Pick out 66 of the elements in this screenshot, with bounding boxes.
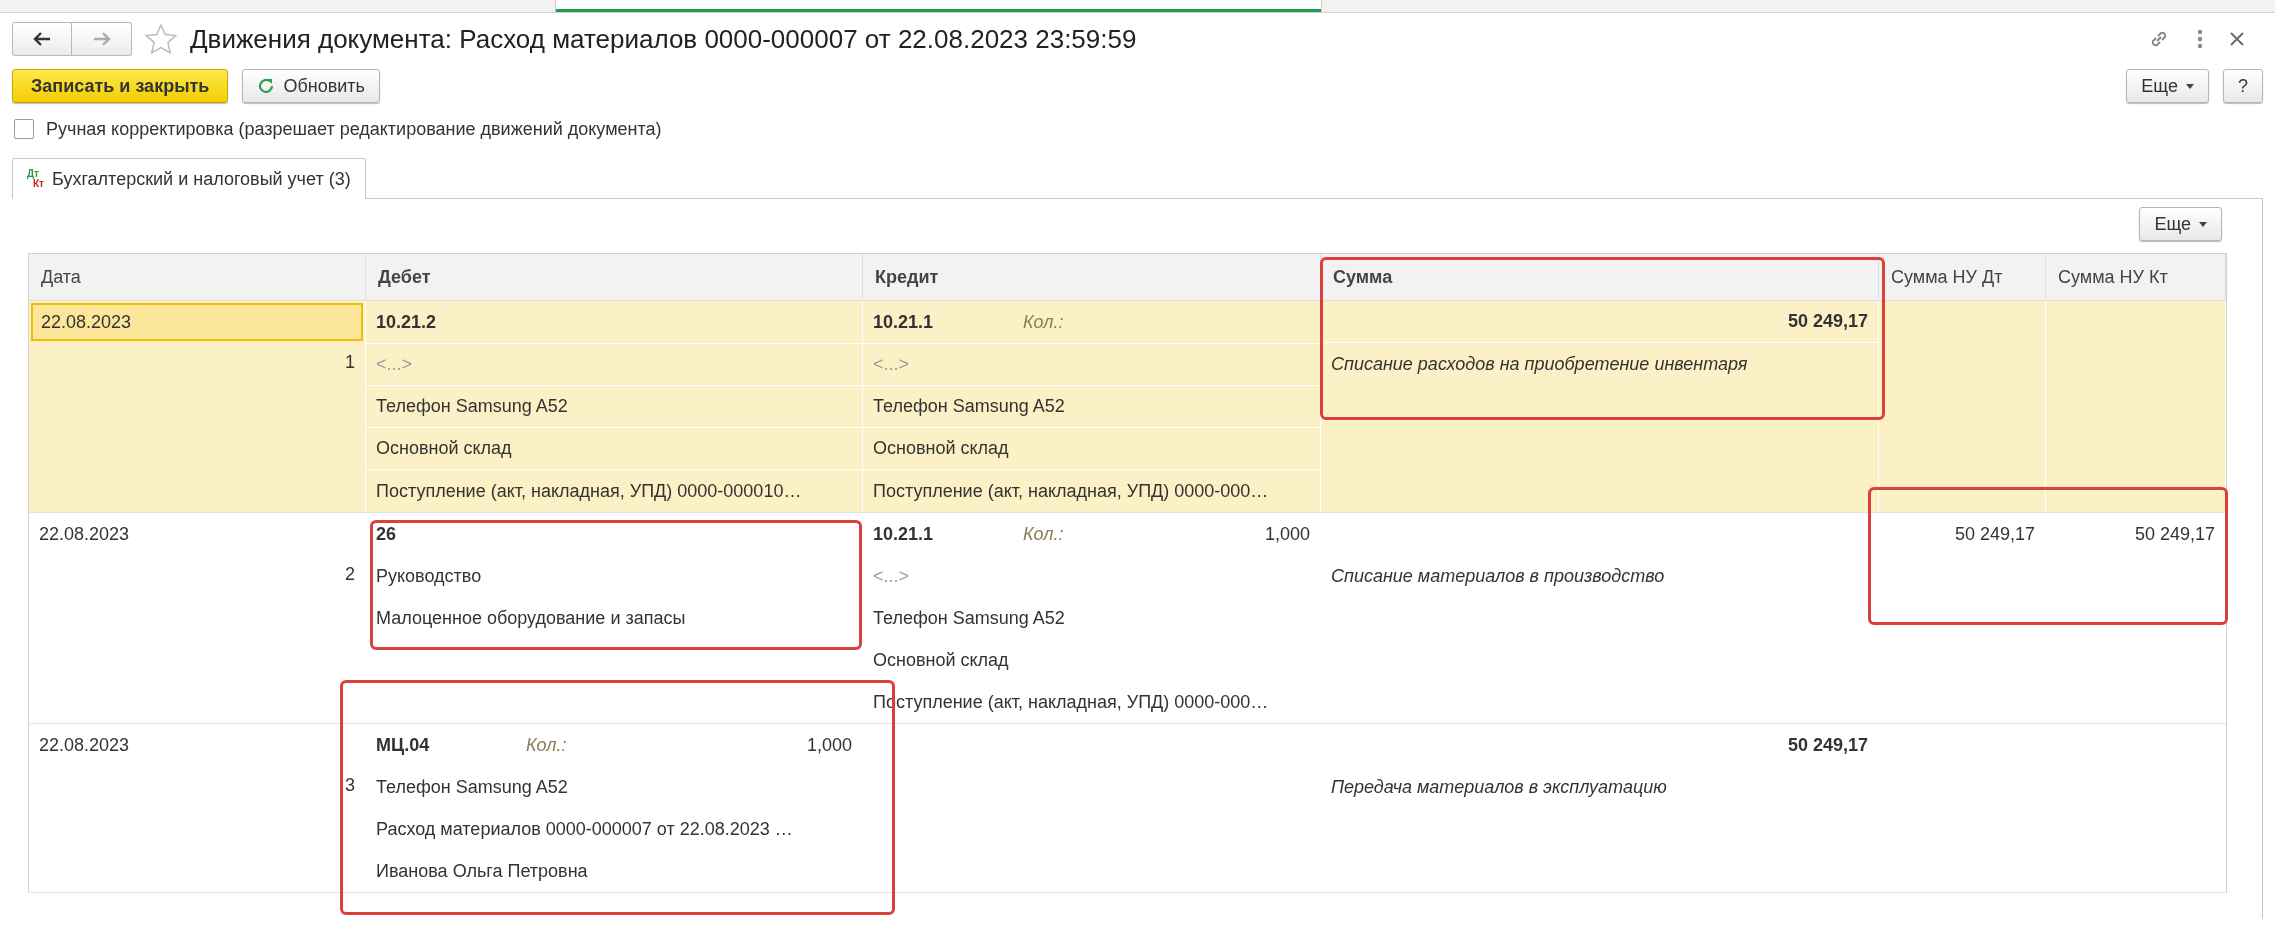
row-number: 1 — [344, 350, 356, 374]
subconto-text: Телефон Samsung A52 — [872, 606, 1066, 630]
star-icon[interactable] — [144, 23, 178, 55]
date-cell-text: 22.08.2023 — [38, 522, 131, 546]
subconto-text: Малоценное оборудование и запасы — [375, 606, 687, 630]
entry-description: Списание расходов на приобретение инвентаря — [1331, 353, 1748, 375]
subconto-text: Телефон Samsung A52 — [375, 775, 569, 799]
left-arrow-icon — [33, 32, 51, 46]
browser-tab[interactable] — [556, 0, 1321, 12]
date-cell-text: 22.08.2023 — [38, 733, 131, 757]
account-code: 10.21.2 — [376, 311, 438, 333]
subconto-text: Основной склад — [366, 428, 862, 470]
debit-credit-icon: Дт Кт — [27, 169, 44, 189]
window-title: Движения документа: Расход материалов 0000-000007 от 22.08.2023 23:59:59 — [190, 23, 1137, 55]
entry-description: Передача материалов в эксплуатацию — [1331, 776, 1667, 798]
column-header[interactable]: Сумма — [1321, 254, 1879, 301]
column-header[interactable]: Дебет — [366, 254, 863, 301]
help-button[interactable]: ? — [2223, 69, 2263, 103]
quantity-value: 1,000 — [805, 734, 852, 756]
empty-value-placeholder: <...> — [863, 344, 1320, 386]
subconto-text: Телефон Samsung A52 — [863, 386, 1320, 428]
tax-debit-amount: 50 249,17 — [1954, 523, 2035, 545]
empty-value-placeholder: <...> — [872, 564, 911, 588]
amount-value: 50 249,17 — [1787, 311, 1868, 332]
account-code: 10.21.1 — [873, 523, 935, 545]
checkbox-label: Ручная корректировка (разрешает редактирование движений документа) — [46, 118, 662, 140]
table-row[interactable] — [29, 301, 2226, 513]
account-code: 26 — [376, 523, 398, 545]
quantity-value: 1,000 — [1263, 523, 1310, 545]
date-cell: 22.08.2023 — [31, 303, 363, 341]
save-and-close-button[interactable]: Записать и закрыть — [12, 69, 229, 103]
subconto-text: Телефон Samsung A52 — [366, 386, 862, 428]
close-icon[interactable] — [2229, 31, 2245, 47]
quantity-label: Кол.: — [1023, 311, 1065, 333]
checkbox[interactable] — [14, 119, 34, 139]
account-code: 10.21.1 — [873, 311, 935, 333]
subconto-text: Основной склад — [863, 428, 1320, 470]
more-button[interactable]: Еще — [2126, 69, 2209, 103]
subconto-text: Руководство — [375, 564, 483, 588]
empty-value-placeholder: <...> — [366, 344, 862, 386]
column-header[interactable]: Сумма НУ Дт — [1879, 254, 2046, 301]
subconto-text: Поступление (акт, накладная, УПД) 0000-000… — [872, 479, 1270, 503]
table-row[interactable]: 22.08.2023 3 МЦ.04 Кол.: 1,000 Телефон Samsung A52 Расход материалов 0000-000007 от 22.08.2023 … Иванова Ольга Петровна 50 249,17 Передача материалов в эксплуатацию — [29, 724, 2226, 893]
right-arrow-icon — [92, 32, 111, 46]
subconto-text: Иванова Ольга Петровна — [375, 859, 589, 883]
quantity-label: Кол.: — [1023, 523, 1065, 545]
more-button[interactable]: Еще — [2139, 207, 2222, 241]
column-header[interactable]: Дата — [29, 254, 366, 301]
refresh-button[interactable]: Обновить — [242, 69, 380, 103]
row-number: 2 — [344, 562, 356, 586]
refresh-icon — [257, 77, 276, 95]
caret-icon — [2199, 221, 2207, 227]
subconto-text: Расход материалов 0000-000007 от 22.08.2023 … — [375, 817, 794, 841]
more-options-icon[interactable] — [2197, 29, 2203, 49]
column-header[interactable]: Кредит — [863, 254, 1321, 301]
row-number: 3 — [344, 773, 356, 797]
entry-description: Списание материалов в производство — [1331, 565, 1665, 587]
account-code: МЦ.04 — [376, 734, 431, 756]
subconto-text: Поступление (акт, накладная, УПД) 0000-000010… — [375, 479, 803, 503]
subconto-text: Основной склад — [872, 648, 1010, 672]
amount-value: 50 249,17 — [1787, 734, 1868, 756]
caret-icon — [2186, 83, 2194, 89]
tax-credit-amount: 50 249,17 — [2134, 523, 2215, 545]
column-header[interactable]: Сумма НУ Кт — [2046, 254, 2226, 301]
quantity-label: Кол.: — [526, 734, 568, 756]
back-button[interactable] — [12, 22, 72, 56]
